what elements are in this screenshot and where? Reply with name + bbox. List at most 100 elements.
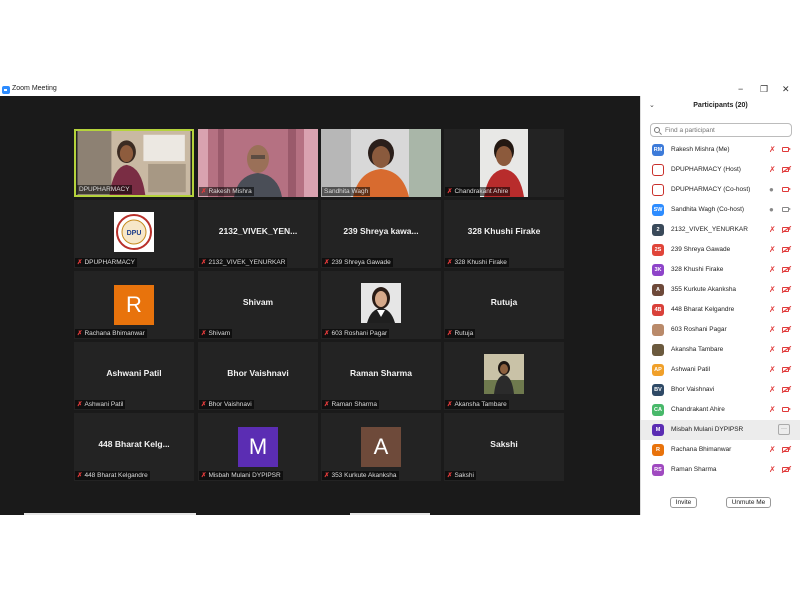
camera-off-icon[interactable] (782, 287, 791, 292)
horizontal-scrollbar-thumb[interactable] (350, 513, 430, 515)
video-tile[interactable]: DPU ✗ DPUPHARMACY (74, 200, 194, 268)
camera-icon[interactable] (782, 187, 791, 192)
restore-button[interactable]: ❐ (760, 84, 768, 94)
video-tile[interactable]: R ✗ Rachana Bhimanwar (74, 271, 194, 339)
camera-off-icon[interactable] (782, 167, 791, 172)
participant-display-name: Rutuja (490, 297, 518, 307)
video-tile[interactable]: Bhor Vaishnavi ✗ Bhor Vaishnavi (198, 342, 318, 410)
participant-row[interactable]: 4B 448 Bharat Kelgandre ✗ (641, 300, 800, 320)
muted-mic-icon[interactable]: ✗ (769, 245, 776, 254)
muted-mic-icon[interactable]: ✗ (769, 385, 776, 394)
dpu-logo-avatar (652, 184, 664, 196)
camera-off-icon[interactable] (782, 307, 791, 312)
video-tile[interactable]: A ✗ 353 Kurkute Akanksha (321, 413, 441, 481)
participant-avatar: M (652, 424, 664, 436)
participant-name-label: ✗ Sakshi (445, 471, 476, 480)
video-tile[interactable]: Shivam ✗ Shivam (198, 271, 318, 339)
muted-mic-icon[interactable]: ✗ (769, 305, 776, 314)
participant-row[interactable]: R Rachana Bhimanwar ✗ (641, 440, 800, 460)
video-tile[interactable]: M ✗ Misbah Mulani DYPIPSR (198, 413, 318, 481)
participant-row[interactable]: 3K 328 Khushi Firake ✗ (641, 260, 800, 280)
participant-row[interactable]: AP Ashwani Patil ✗ (641, 360, 800, 380)
video-tile[interactable]: Rutuja ✗ Rutuja (444, 271, 564, 339)
muted-mic-icon[interactable]: ✗ (769, 445, 776, 454)
close-button[interactable]: ✕ (782, 84, 790, 94)
mic-icon[interactable]: ● (769, 205, 774, 214)
video-tile[interactable]: Sakshi ✗ Sakshi (444, 413, 564, 481)
participant-name-label: ✗ 353 Kurkute Akanksha (322, 471, 399, 480)
horizontal-scrollbar[interactable] (24, 513, 196, 515)
camera-off-icon[interactable] (782, 227, 791, 232)
participant-row[interactable]: 603 Roshani Pagar ✗ (641, 320, 800, 340)
participant-name-label: ✗ Akansha Tambare (445, 400, 509, 409)
video-tile[interactable]: 328 Khushi Firake ✗ 328 Khushi Firake (444, 200, 564, 268)
participant-search-input[interactable] (650, 123, 792, 137)
participant-name-label: ✗ Rachana Bhimanwar (75, 329, 147, 338)
participant-row[interactable]: DPUPHARMACY (Host) ✗ (641, 160, 800, 180)
video-tile[interactable]: 2132_VIVEK_YEN... ✗ 2132_VIVEK_YENURKAR (198, 200, 318, 268)
video-tile[interactable]: DPUPHARMACY (74, 129, 194, 197)
window-title: Zoom Meeting (12, 85, 57, 92)
muted-mic-icon[interactable]: ✗ (769, 225, 776, 234)
camera-off-icon[interactable] (782, 387, 791, 392)
video-tile[interactable]: Ashwani Patil ✗ Ashwani Patil (74, 342, 194, 410)
minimize-button[interactable]: − (738, 84, 743, 94)
participant-display-name: 448 Bharat Kelg... (98, 439, 170, 449)
muted-mic-icon[interactable]: ✗ (769, 285, 776, 294)
muted-mic-icon[interactable]: ✗ (769, 325, 776, 334)
camera-off-icon[interactable] (782, 347, 791, 352)
participant-avatar: SW (652, 204, 664, 216)
muted-mic-icon[interactable]: ✗ (769, 465, 776, 474)
camera-off-icon[interactable] (782, 367, 791, 372)
video-tile[interactable]: Raman Sharma ✗ Raman Sharma (321, 342, 441, 410)
video-tile[interactable]: 448 Bharat Kelg... ✗ 448 Bharat Kelgandre (74, 413, 194, 481)
muted-mic-icon: ✗ (77, 401, 83, 408)
video-tile[interactable]: ✗ Akansha Tambare (444, 342, 564, 410)
participant-photo (361, 283, 401, 323)
camera-off-icon[interactable] (782, 267, 791, 272)
participant-row[interactable]: RM Rakesh Mishra (Me) ✗ (641, 140, 800, 160)
participant-row[interactable]: 2S 239 Shreya Gawade ✗ (641, 240, 800, 260)
camera-off-icon[interactable] (782, 447, 791, 452)
muted-mic-icon[interactable]: ✗ (769, 405, 776, 414)
muted-mic-icon[interactable]: ✗ (769, 365, 776, 374)
video-tile[interactable]: ✗ 603 Roshani Pagar (321, 271, 441, 339)
participant-name-label: ✗ 239 Shreya Gawade (322, 258, 393, 267)
participant-row[interactable]: SW Sandhita Wagh (Co-host) ● (641, 200, 800, 220)
participant-avatar: A (361, 427, 401, 467)
mic-icon[interactable]: ● (769, 185, 774, 194)
logo-text: DPU (127, 230, 142, 237)
camera-icon[interactable] (782, 207, 791, 212)
participant-row[interactable]: CA Chandrakant Ahire ✗ (641, 400, 800, 420)
muted-mic-icon[interactable]: ✗ (769, 265, 776, 274)
muted-mic-icon[interactable]: ✗ (769, 165, 776, 174)
participant-row[interactable]: RS Raman Sharma ✗ (641, 460, 800, 480)
invite-button[interactable]: Invite (670, 497, 697, 508)
camera-off-icon[interactable] (782, 327, 791, 332)
camera-off-icon[interactable] (782, 247, 791, 252)
participant-row[interactable]: 2 2132_VIVEK_YENURKAR ✗ (641, 220, 800, 240)
participant-row[interactable]: Akansha Tambare ✗ (641, 340, 800, 360)
camera-icon[interactable] (782, 407, 791, 412)
more-options-button[interactable]: ··· (778, 424, 790, 435)
video-tile[interactable]: 239 Shreya kawa... ✗ 239 Shreya Gawade (321, 200, 441, 268)
participant-name: 239 Shreya Gawade (671, 246, 731, 253)
muted-mic-icon[interactable]: ✗ (769, 145, 776, 154)
camera-off-icon[interactable] (782, 467, 791, 472)
participant-row[interactable]: A 355 Kurkute Akanksha ✗ (641, 280, 800, 300)
muted-mic-icon: ✗ (201, 188, 207, 195)
unmute-me-button[interactable]: Unmute Me (726, 497, 771, 508)
participant-name: Sandhita Wagh (Co-host) (671, 206, 745, 213)
participant-row[interactable]: BV Bhor Vaishnavi ✗ (641, 380, 800, 400)
muted-mic-icon: ✗ (77, 472, 83, 479)
muted-mic-icon: ✗ (324, 401, 330, 408)
video-tile[interactable]: ✗ Rakesh Mishra (198, 129, 318, 197)
camera-icon[interactable] (782, 147, 791, 152)
video-tile[interactable]: ✗ Chandrakant Ahire (444, 129, 564, 197)
participant-row[interactable]: DPUPHARMACY (Co-host) ● (641, 180, 800, 200)
video-tile[interactable]: Sandhita Wagh (321, 129, 441, 197)
dpu-logo-avatar (652, 164, 664, 176)
participant-row[interactable]: M Misbah Mulani DYPIPSR ··· (641, 420, 800, 440)
muted-mic-icon[interactable]: ✗ (769, 345, 776, 354)
participant-display-name: 2132_VIVEK_YEN... (218, 226, 298, 236)
